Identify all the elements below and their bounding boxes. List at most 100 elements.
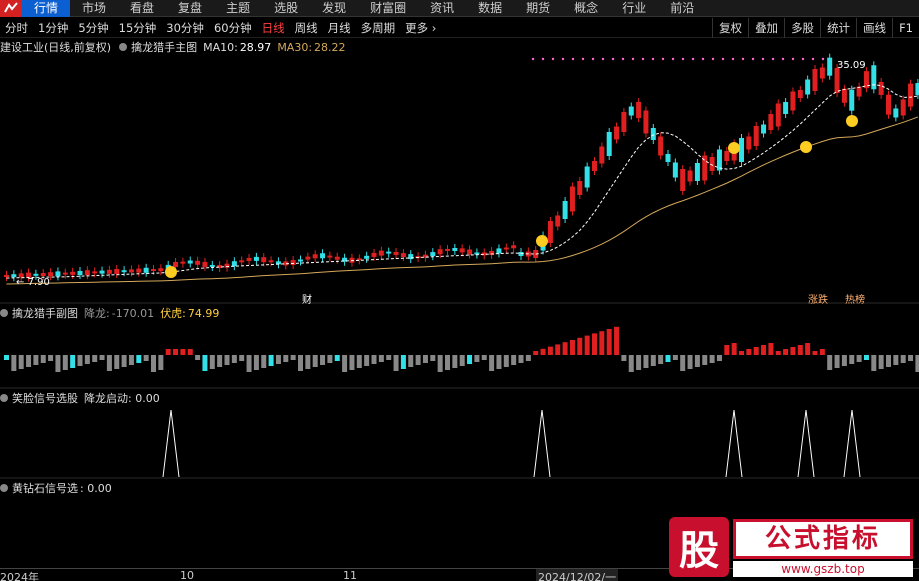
x-axis-label: 2024年 (0, 571, 39, 581)
candle-body (371, 252, 377, 257)
sub-bar (253, 355, 259, 370)
sub-bar (371, 355, 377, 364)
sub3-title[interactable]: 黄钻石信号选 (12, 480, 78, 496)
sub-bar (437, 355, 443, 372)
smiley-icon (800, 141, 812, 153)
sub3-settings-icon[interactable] (0, 484, 8, 492)
sub-bar (533, 351, 539, 355)
jianglong-value: -170.01 (111, 306, 155, 320)
sub-bar (489, 355, 495, 371)
sub1-legend: 擒龙猎手副图 降龙: -170.01 伏虎: 74.99 (0, 305, 225, 321)
sub-bar (4, 355, 9, 360)
sub-bar (834, 355, 840, 368)
signal-dot (711, 57, 715, 61)
candle-body (400, 253, 406, 258)
candle-body (739, 138, 744, 162)
sub-bar (724, 345, 730, 355)
sub-bar (33, 355, 39, 365)
sub-bar (430, 355, 436, 361)
x-axis-label: 11 (343, 569, 357, 581)
sub-bar (268, 355, 274, 366)
candle-body (430, 252, 436, 257)
sub-bar (841, 355, 847, 366)
sub2-settings-icon[interactable] (0, 394, 8, 402)
candle-body (187, 260, 193, 264)
signal-dot (771, 57, 775, 61)
finance-marker[interactable]: 财 (302, 291, 312, 306)
candle-body (562, 201, 568, 219)
sub-bar (562, 342, 568, 355)
candle-body (503, 247, 509, 250)
candle-body (606, 132, 612, 156)
sub-bar (298, 355, 303, 371)
signal-dot (601, 57, 605, 61)
sub-bar (187, 349, 193, 355)
candle-body (753, 126, 759, 146)
sub-bar (621, 355, 627, 361)
candle-body (128, 269, 134, 273)
sub-bar (680, 355, 686, 371)
sub-bar (459, 355, 465, 366)
signal-dot (811, 57, 815, 61)
candle-body (298, 259, 303, 262)
sub-bar (761, 345, 767, 355)
sub-bar (665, 355, 671, 362)
sub-bar (812, 351, 818, 355)
candle-body (680, 169, 686, 191)
hot-marker[interactable]: 热榜 (845, 291, 865, 306)
candle-body (121, 270, 127, 273)
sub-bar (886, 355, 891, 367)
signal-dot (561, 57, 565, 61)
candle-body (327, 255, 333, 258)
sub-bar (364, 355, 370, 366)
candle-body (70, 271, 76, 275)
candle-body (871, 65, 877, 90)
sub-bar (386, 355, 392, 360)
signal-spike (533, 409, 551, 478)
sub-bar (202, 355, 208, 371)
sub-bar (768, 343, 774, 355)
signal-dot (671, 57, 675, 61)
sub3-item: : 0.00 (80, 481, 112, 495)
sub-bar (797, 345, 803, 355)
sub-bar (636, 355, 642, 370)
sub1-title[interactable]: 擒龙猎手副图 (12, 305, 78, 321)
sub-bar (702, 355, 708, 365)
sub-bar (878, 355, 884, 369)
signal-dot (741, 57, 745, 61)
zhangdie-marker[interactable]: 涨跌 (808, 291, 828, 306)
candle-body (92, 271, 98, 274)
sub-bar (18, 355, 24, 369)
jianglong-label: 降龙: (84, 307, 110, 320)
signal-dot (571, 57, 575, 61)
stock-chart-app: 行情 市场 看盘 复盘 主题 选股 发现 财富圈 资讯 数据 期货 概念 行业 前沿 分时 1分钟 5分钟 15… (0, 0, 919, 581)
candle-body (628, 106, 634, 116)
candle-body (908, 83, 914, 107)
sub-bar (378, 355, 384, 362)
candle-body (408, 254, 414, 260)
sub-bar (445, 355, 450, 370)
candle-body (320, 253, 326, 259)
candle-body (841, 88, 847, 103)
sub-bar (900, 355, 906, 363)
sub-bar (628, 355, 634, 372)
signal-dot (531, 57, 535, 61)
sub1-settings-icon[interactable] (0, 309, 8, 317)
sub-bar (422, 355, 428, 363)
candle-body (114, 269, 120, 274)
sub-bar (753, 347, 759, 355)
signal-dot (751, 57, 755, 61)
candle-body (158, 268, 164, 272)
sub3-legend: 黄钻石信号选 : 0.00 (0, 480, 118, 496)
sub-bar (658, 355, 664, 364)
sub2-title[interactable]: 笑脸信号选股 (12, 390, 78, 406)
kline-chart[interactable] (0, 0, 919, 581)
candle-body (151, 269, 156, 271)
watermark-title: 公式指标 (733, 519, 913, 559)
sub-bar (511, 355, 517, 365)
sub-bar (599, 331, 605, 355)
candle-body (746, 136, 752, 150)
candle-body (239, 260, 245, 263)
x-axis-label: 10 (180, 569, 194, 581)
sub-bar (261, 355, 267, 368)
